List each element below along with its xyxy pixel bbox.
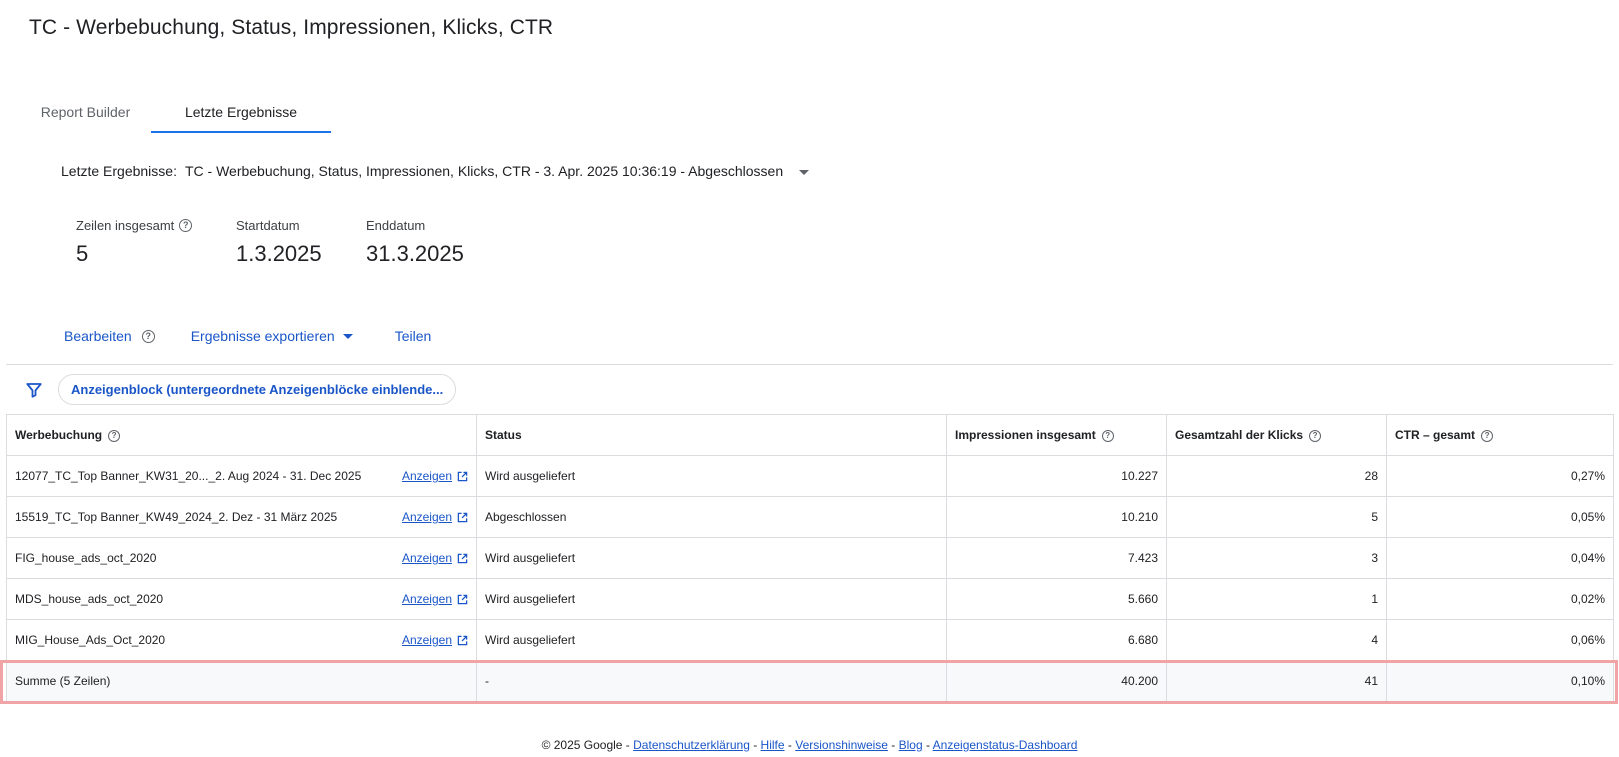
column-header-ctr[interactable]: CTR – gesamt? <box>1386 414 1614 456</box>
column-header-clicks[interactable]: Gesamtzahl der Klicks? <box>1166 414 1387 456</box>
result-select[interactable]: Letzte Ergebnisse: TC - Werbebuchung, St… <box>61 160 810 182</box>
total-impressions: 40.200 <box>946 660 1167 702</box>
footer-link-blog[interactable]: Blog <box>899 738 923 752</box>
total-ctr: 0,10% <box>1386 660 1614 702</box>
page-title: TC - Werbebuchung, Status, Impressionen,… <box>29 16 554 39</box>
dropdown-arrow-icon <box>342 333 353 339</box>
impressions-cell: 6.680 <box>946 619 1167 661</box>
column-header-status[interactable]: Status <box>476 414 947 456</box>
filter-chip-ad-unit[interactable]: Anzeigenblock (untergeordnete Anzeigenbl… <box>58 374 457 405</box>
external-link-icon <box>457 553 468 563</box>
table-total-row: Summe (5 Zeilen) - 40.200 41 0,10% <box>6 660 1614 702</box>
clicks-cell: 5 <box>1166 496 1387 538</box>
total-clicks: 41 <box>1166 660 1387 702</box>
footer-copyright: © 2025 Google - <box>541 738 634 752</box>
column-header-line-item[interactable]: Werbebuchung? <box>6 414 477 456</box>
share-button[interactable]: Teilen <box>395 326 432 346</box>
table-row: MDS_house_ads_oct_2020 Anzeigen Wird ausg… <box>6 578 1614 620</box>
result-select-label: Letzte Ergebnisse: <box>61 163 177 179</box>
chevron-down-icon <box>799 169 810 175</box>
help-icon[interactable]: ? <box>108 429 121 442</box>
external-link-icon <box>457 635 468 645</box>
stats-summary: Zeilen insgesamt? 5 Startdatum 1.3.2025 … <box>76 216 506 267</box>
impressions-cell: 5.660 <box>946 578 1167 620</box>
table-row: 15519_TC_Top Banner_KW49_2024_2. Dez - 3… <box>6 496 1614 538</box>
table-header-row: Werbebuchung? Status Impressionen insges… <box>6 414 1614 456</box>
stat-total-rows-value: 5 <box>76 241 89 266</box>
edit-button-label: Bearbeiten <box>64 328 132 344</box>
ctr-cell: 0,27% <box>1386 455 1614 497</box>
view-link[interactable]: Anzeigen <box>402 592 468 606</box>
stat-total-rows: Zeilen insgesamt? 5 <box>76 216 236 267</box>
result-select-value: TC - Werbebuchung, Status, Impressionen,… <box>184 163 784 179</box>
stat-end-date-value: 31.3.2025 <box>366 241 464 266</box>
ctr-cell: 0,06% <box>1386 619 1614 661</box>
export-results-button[interactable]: Ergebnisse exportieren <box>191 326 353 346</box>
stat-start-date-label: Startdatum <box>236 217 300 233</box>
view-link[interactable]: Anzeigen <box>402 469 468 483</box>
footer-link-privacy[interactable]: Datenschutzerklärung <box>633 738 750 752</box>
impressions-cell: 10.227 <box>946 455 1167 497</box>
ctr-cell: 0,02% <box>1386 578 1614 620</box>
clicks-cell: 28 <box>1166 455 1387 497</box>
ctr-cell: 0,05% <box>1386 496 1614 538</box>
footer-link-help[interactable]: Hilfe <box>761 738 785 752</box>
tab-report-builder[interactable]: Report Builder <box>20 92 151 132</box>
line-item-name: 12077_TC_Top Banner_KW31_20..._2. Aug 20… <box>15 469 362 483</box>
edit-button[interactable]: Bearbeiten ? <box>64 326 155 346</box>
filter-bar: Anzeigenblock (untergeordnete Anzeigenbl… <box>6 364 1613 414</box>
ctr-cell: 0,04% <box>1386 537 1614 579</box>
table-row: FIG_house_ads_oct_2020 Anzeigen Wird ausg… <box>6 537 1614 579</box>
help-icon[interactable]: ? <box>1481 429 1494 442</box>
external-link-icon <box>457 471 468 481</box>
table-row: MIG_House_Ads_Oct_2020 Anzeigen Wird ausg… <box>6 619 1614 661</box>
line-item-name: 15519_TC_Top Banner_KW49_2024_2. Dez - 3… <box>15 510 338 524</box>
column-header-impressions[interactable]: Impressionen insgesamt? <box>946 414 1167 456</box>
help-icon[interactable]: ? <box>1101 429 1114 442</box>
table-row: 12077_TC_Top Banner_KW31_20..._2. Aug 20… <box>6 455 1614 497</box>
help-icon[interactable]: ? <box>1309 429 1322 442</box>
impressions-cell: 10.210 <box>946 496 1167 538</box>
action-bar: Bearbeiten ? Ergebnisse exportieren Teil… <box>64 326 431 346</box>
clicks-cell: 1 <box>1166 578 1387 620</box>
tab-latest-results[interactable]: Letzte Ergebnisse <box>151 92 331 133</box>
footer: © 2025 Google - Datenschutzerklärung - H… <box>541 738 1078 752</box>
stat-start-date: Startdatum 1.3.2025 <box>236 216 366 267</box>
help-icon[interactable]: ? <box>179 218 193 232</box>
results-table: Werbebuchung? Status Impressionen insges… <box>6 414 1614 702</box>
external-link-icon <box>457 512 468 522</box>
line-item-name: FIG_house_ads_oct_2020 <box>15 551 157 565</box>
external-link-icon <box>457 594 468 604</box>
status-cell: Wird ausgeliefert <box>476 578 947 620</box>
export-results-label: Ergebnisse exportieren <box>190 328 335 344</box>
help-icon[interactable]: ? <box>141 329 155 343</box>
total-status: - <box>476 660 947 702</box>
filter-icon[interactable] <box>20 376 48 404</box>
footer-link-status-dashboard[interactable]: Anzeigenstatus-Dashboard <box>933 738 1078 752</box>
clicks-cell: 3 <box>1166 537 1387 579</box>
tab-bar: Report Builder Letzte Ergebnisse <box>20 92 331 133</box>
footer-link-release-notes[interactable]: Versionshinweise <box>795 738 888 752</box>
impressions-cell: 7.423 <box>946 537 1167 579</box>
view-link[interactable]: Anzeigen <box>402 510 468 524</box>
view-link[interactable]: Anzeigen <box>402 551 468 565</box>
stat-end-date: Enddatum 31.3.2025 <box>366 216 506 267</box>
line-item-name: MDS_house_ads_oct_2020 <box>15 592 164 606</box>
status-cell: Wird ausgeliefert <box>476 619 947 661</box>
total-label: Summe (5 Zeilen) <box>6 660 477 702</box>
stat-end-date-label: Enddatum <box>366 217 426 233</box>
view-link[interactable]: Anzeigen <box>402 633 468 647</box>
stat-start-date-value: 1.3.2025 <box>236 241 322 266</box>
clicks-cell: 4 <box>1166 619 1387 661</box>
status-cell: Wird ausgeliefert <box>476 455 947 497</box>
line-item-name: MIG_House_Ads_Oct_2020 <box>15 633 166 647</box>
status-cell: Wird ausgeliefert <box>476 537 947 579</box>
stat-total-rows-label: Zeilen insgesamt <box>76 217 175 233</box>
status-cell: Abgeschlossen <box>476 496 947 538</box>
